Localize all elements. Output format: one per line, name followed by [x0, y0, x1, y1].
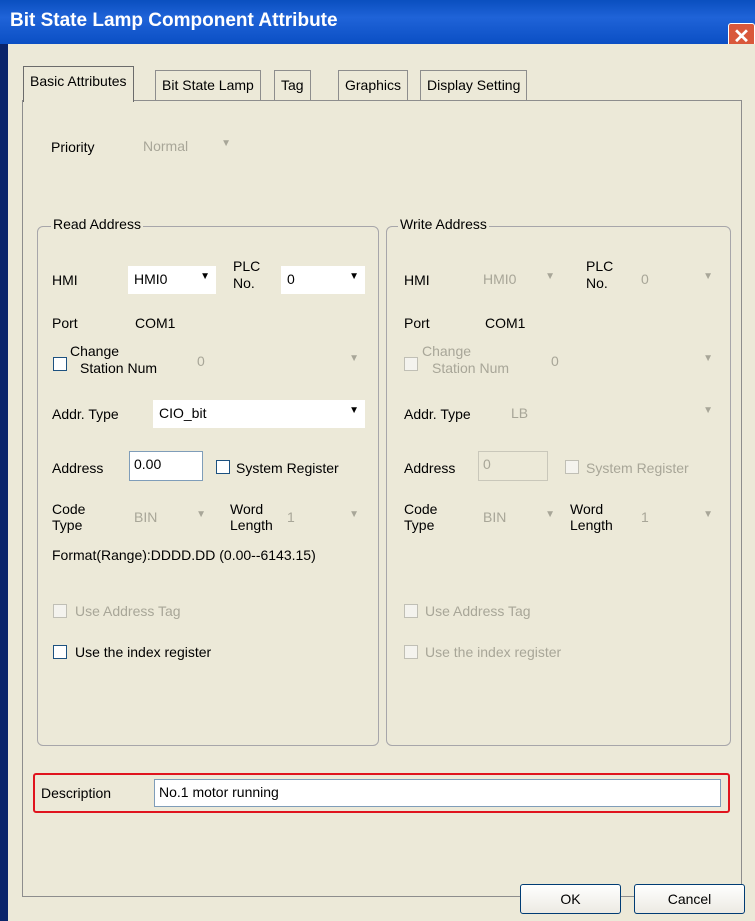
write-code-type-label-line1: Code — [404, 501, 438, 517]
write-use-index-register-label: Use the index register — [425, 644, 562, 660]
read-use-address-tag-label: Use Address Tag — [75, 603, 181, 619]
write-address-value: 0 — [483, 456, 491, 472]
read-word-length-label-line1: Word — [230, 501, 264, 517]
write-plc-label-line1: PLC — [586, 258, 614, 274]
write-hmi-value: HMI0 — [483, 271, 517, 287]
read-plc-no-value: 0 — [287, 271, 295, 287]
write-plc-label-line2: No. — [586, 275, 608, 291]
write-address-label: Address — [404, 460, 456, 476]
write-hmi-select[interactable]: HMI0 ▼ — [477, 266, 561, 294]
chevron-down-icon: ▼ — [196, 509, 206, 520]
write-addr-type-label: Addr. Type — [404, 406, 471, 422]
read-plc-label-line2: No. — [233, 275, 255, 291]
read-use-index-register-checkbox[interactable] — [53, 645, 67, 659]
ok-button[interactable]: OK — [520, 884, 621, 914]
read-change-station-value: 0 — [197, 353, 205, 369]
dialog-window: Bit State Lamp Component Attribute ✕ Bas… — [0, 0, 755, 921]
read-hmi-label: HMI — [52, 272, 78, 288]
write-word-length-label-line2: Length — [570, 517, 613, 533]
write-code-type-select[interactable]: BIN ▼ — [477, 504, 561, 532]
write-system-register-label: System Register — [586, 460, 689, 476]
read-port-value: COM1 — [135, 315, 176, 331]
read-change-station-checkbox[interactable] — [53, 357, 67, 371]
read-address-label: Address — [52, 460, 104, 476]
chevron-down-icon: ▼ — [703, 509, 713, 520]
chevron-down-icon: ▼ — [221, 138, 231, 149]
write-address-input[interactable]: 0 — [478, 451, 548, 481]
write-addr-type-select[interactable]: LB ▼ — [505, 400, 719, 428]
read-word-length-select[interactable]: 1 ▼ — [281, 504, 365, 532]
write-word-length-label-line1: Word — [570, 501, 604, 517]
chevron-down-icon: ▼ — [349, 271, 359, 282]
read-port-label: Port — [52, 315, 78, 331]
write-change-station-checkbox[interactable] — [404, 357, 418, 371]
write-address-title: Write Address — [398, 216, 489, 232]
write-change-station-label-line1: Change — [422, 343, 472, 359]
chevron-down-icon: ▼ — [545, 271, 555, 282]
write-change-station-select[interactable]: 0 ▼ — [545, 348, 719, 376]
read-address-input[interactable]: 0.00 — [129, 451, 203, 481]
description-highlight — [33, 773, 730, 813]
read-system-register-checkbox[interactable] — [216, 460, 230, 474]
read-word-length-value: 1 — [287, 509, 295, 525]
read-format-range-text: Format(Range):DDDD.DD (0.00--6143.15) — [52, 547, 316, 563]
write-word-length-value: 1 — [641, 509, 649, 525]
read-address-group — [37, 226, 379, 746]
priority-select[interactable]: Normal ▼ — [137, 133, 237, 161]
read-addr-type-select[interactable]: CIO_bit ▼ — [153, 400, 365, 428]
write-port-value: COM1 — [485, 315, 526, 331]
read-address-title: Read Address — [51, 216, 143, 232]
chevron-down-icon: ▼ — [545, 509, 555, 520]
read-hmi-value: HMI0 — [134, 271, 168, 287]
chevron-down-icon: ▼ — [349, 405, 359, 416]
read-code-type-label-line2: Type — [52, 517, 83, 533]
write-use-address-tag-label: Use Address Tag — [425, 603, 531, 619]
read-use-address-tag-checkbox[interactable] — [53, 604, 67, 618]
write-plc-no-value: 0 — [641, 271, 649, 287]
chevron-down-icon: ▼ — [703, 353, 713, 364]
read-plc-no-select[interactable]: 0 ▼ — [281, 266, 365, 294]
write-use-address-tag-checkbox[interactable] — [404, 604, 418, 618]
write-plc-no-select[interactable]: 0 ▼ — [635, 266, 719, 294]
read-code-type-select[interactable]: BIN ▼ — [128, 504, 212, 532]
write-address-group — [386, 226, 731, 746]
write-system-register-checkbox[interactable] — [565, 460, 579, 474]
write-change-station-label-line2: Station Num — [432, 360, 510, 376]
write-code-type-value: BIN — [483, 509, 507, 525]
read-addr-type-value: CIO_bit — [159, 405, 207, 421]
chevron-down-icon: ▼ — [349, 353, 359, 364]
chevron-down-icon: ▼ — [703, 405, 713, 416]
priority-value: Normal — [143, 138, 189, 154]
cancel-button[interactable]: Cancel — [634, 884, 745, 914]
write-addr-type-value: LB — [511, 405, 529, 421]
read-code-type-label-line1: Code — [52, 501, 86, 517]
priority-label: Priority — [51, 139, 95, 155]
read-system-register-label: System Register — [236, 460, 339, 476]
write-use-index-register-checkbox[interactable] — [404, 645, 418, 659]
read-addr-type-label: Addr. Type — [52, 406, 119, 422]
write-hmi-label: HMI — [404, 272, 430, 288]
read-plc-label-line1: PLC — [233, 258, 261, 274]
read-hmi-select[interactable]: HMI0 ▼ — [128, 266, 216, 294]
chevron-down-icon: ▼ — [200, 271, 210, 282]
read-change-station-label-line1: Change — [70, 343, 120, 359]
read-change-station-label-line2: Station Num — [80, 360, 158, 376]
read-word-length-label-line2: Length — [230, 517, 273, 533]
chevron-down-icon: ▼ — [349, 509, 359, 520]
read-change-station-select[interactable]: 0 ▼ — [191, 348, 365, 376]
write-word-length-select[interactable]: 1 ▼ — [635, 504, 719, 532]
chevron-down-icon: ▼ — [703, 271, 713, 282]
read-code-type-value: BIN — [134, 509, 158, 525]
write-change-station-value: 0 — [551, 353, 559, 369]
write-port-label: Port — [404, 315, 430, 331]
read-use-index-register-label: Use the index register — [75, 644, 212, 660]
read-address-value: 0.00 — [134, 456, 162, 472]
write-code-type-label-line2: Type — [404, 517, 435, 533]
